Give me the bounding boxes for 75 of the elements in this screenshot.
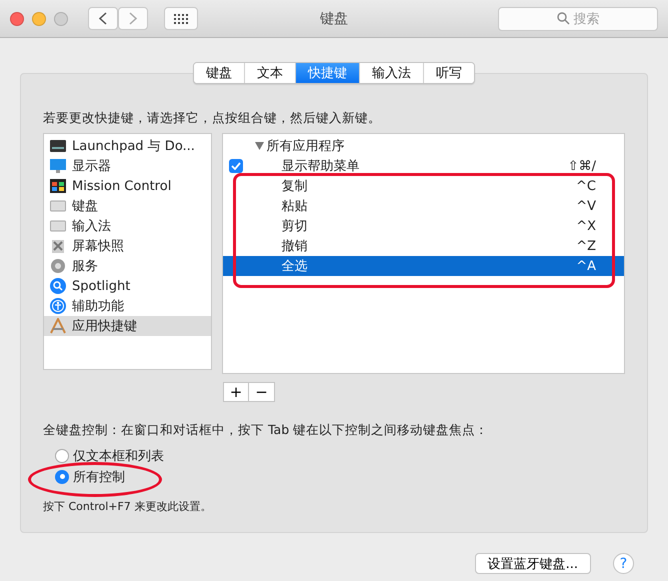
launchpad-icon	[50, 139, 66, 153]
grid-icon	[174, 14, 188, 24]
radio-button[interactable]	[55, 470, 69, 484]
category-label: Mission Control	[72, 178, 172, 194]
category-item[interactable]: 辅助功能	[44, 296, 212, 316]
category-item[interactable]: 服务	[44, 256, 212, 276]
tab[interactable]: 输入法	[359, 63, 423, 83]
shortcut-row[interactable]: 粘贴 ^V	[223, 196, 624, 216]
mission-control-icon	[50, 179, 66, 193]
category-item[interactable]: 输入法	[44, 216, 212, 236]
category-item[interactable]: Spotlight	[44, 276, 212, 296]
category-label: 辅助功能	[72, 298, 124, 315]
full-keyboard-label: 全键盘控制：在窗口和对话框中，按下 Tab 键在以下控制之间移动键盘焦点：	[43, 422, 490, 439]
shortcut-row[interactable]: 全选 ^A	[223, 256, 624, 276]
search-icon	[556, 12, 570, 25]
shortcut-keys: ^A	[576, 258, 596, 274]
category-item[interactable]: 屏幕快照	[44, 236, 212, 256]
category-label: 服务	[72, 258, 98, 275]
shortcut-row[interactable]: 显示帮助菜单 ⇧⌘/	[223, 156, 624, 176]
bluetooth-keyboard-button[interactable]: 设置蓝牙键盘...	[474, 553, 591, 574]
app-shortcut-icon	[50, 318, 66, 334]
chevron-left-icon	[99, 12, 107, 25]
shortcut-keys: ^X	[576, 218, 596, 234]
display-icon	[50, 159, 66, 173]
search-icon	[50, 278, 66, 294]
close-button[interactable]	[10, 12, 24, 26]
accessibility-icon	[50, 298, 66, 314]
category-label: 显示器	[72, 158, 111, 175]
radio-label: 所有控制	[73, 468, 125, 486]
shortcut-name: 剪切	[281, 218, 308, 235]
screenshot-icon	[50, 238, 66, 254]
category-label: 输入法	[72, 218, 111, 235]
category-label: 键盘	[72, 198, 98, 215]
back-button[interactable]	[88, 7, 118, 30]
shortcut-row[interactable]: 撤销 ^Z	[223, 236, 624, 256]
add-button[interactable]: +	[223, 382, 249, 402]
shortcut-keys: ^V	[576, 198, 596, 214]
category-item[interactable]: 键盘	[44, 196, 212, 216]
category-item[interactable]: 应用快捷键	[44, 316, 212, 336]
hint-text: 按下 Control+F7 来更改此设置。	[43, 499, 212, 514]
tab[interactable]: 快捷键	[295, 63, 359, 83]
disclosure-triangle-icon[interactable]	[255, 142, 264, 150]
category-item[interactable]: Mission Control	[44, 176, 212, 196]
tab[interactable]: 键盘	[194, 63, 244, 83]
category-item[interactable]: 显示器	[44, 156, 212, 176]
category-label: 屏幕快照	[72, 238, 124, 255]
shortcut-keys: ⇧⌘/	[568, 158, 596, 174]
group-label: 所有应用程序	[266, 138, 344, 155]
help-button[interactable]: ?	[613, 553, 634, 574]
chevron-right-icon	[129, 12, 137, 25]
category-label: Spotlight	[72, 278, 130, 294]
category-label: 应用快捷键	[72, 318, 137, 335]
shortcut-keys: ^C	[576, 178, 596, 194]
tab[interactable]: 听写	[423, 63, 474, 83]
shortcut-name: 显示帮助菜单	[281, 158, 360, 175]
radio-button[interactable]	[55, 448, 69, 462]
shortcut-row[interactable]: 剪切 ^X	[223, 216, 624, 236]
radio-label: 仅文本框和列表	[73, 448, 164, 464]
shortcut-name: 粘贴	[281, 198, 308, 215]
keyboard-icon	[50, 220, 66, 232]
window-title: 键盘	[320, 10, 348, 28]
show-all-button[interactable]	[164, 7, 198, 30]
shortcut-name: 撤销	[281, 238, 308, 255]
tab[interactable]: 文本	[244, 63, 295, 83]
checkbox[interactable]	[229, 159, 244, 173]
gear-icon	[50, 258, 66, 274]
instruction-text: 若要更改快捷键，请选择它，点按组合键，然后键入新键。	[43, 110, 382, 127]
shortcut-name: 复制	[281, 178, 308, 195]
shortcut-keys: ^Z	[576, 238, 596, 254]
category-item[interactable]: Launchpad 与 Do...	[44, 136, 212, 156]
keyboard-icon	[50, 200, 66, 212]
shortcut-row[interactable]: 复制 ^C	[223, 176, 624, 196]
remove-button[interactable]: −	[249, 382, 275, 402]
shortcut-name: 全选	[281, 258, 308, 275]
category-label: Launchpad 与 Do...	[72, 138, 195, 155]
